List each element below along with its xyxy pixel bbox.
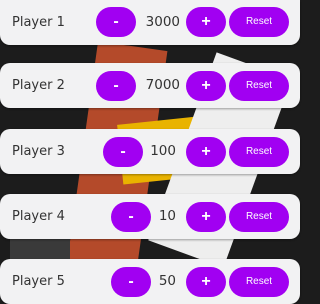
player-row: Player 1 - 3000 + Reset [0,0,300,45]
reset-button[interactable]: Reset [229,267,289,297]
increment-button[interactable]: + [186,137,226,167]
reset-button[interactable]: Reset [229,7,289,37]
player-name: Player 2 [12,78,65,93]
player-score: 7000 [145,77,180,93]
player-row: Player 4 - 10 + Reset [0,194,300,239]
increment-button[interactable]: + [186,71,226,101]
player-score: 50 [158,273,176,289]
increment-button[interactable]: + [186,267,226,297]
reset-button[interactable]: Reset [229,71,289,101]
player-name: Player 4 [12,209,65,224]
player-row: Player 2 - 7000 + Reset [0,63,300,108]
increment-button[interactable]: + [186,202,226,232]
player-name: Player 3 [12,144,65,159]
player-name: Player 5 [12,274,65,289]
player-row: Player 5 - 50 + Reset [0,259,300,304]
reset-button[interactable]: Reset [229,202,289,232]
player-row: Player 3 - 100 + Reset [0,129,300,174]
increment-button[interactable]: + [186,7,226,37]
reset-button[interactable]: Reset [229,137,289,167]
player-score: 10 [158,208,176,224]
player-score: 100 [150,143,176,159]
player-name: Player 1 [12,15,65,30]
player-score: 3000 [145,14,180,30]
